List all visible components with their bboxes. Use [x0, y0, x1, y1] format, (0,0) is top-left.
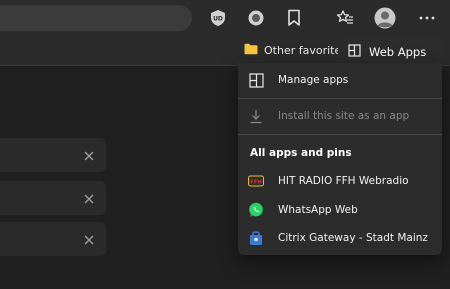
folder-icon — [244, 43, 258, 58]
extension-circle-icon[interactable] — [246, 8, 266, 28]
ffh-radio-icon: FFH — [248, 173, 264, 189]
manage-apps-item[interactable]: Manage apps — [238, 68, 442, 92]
other-favorites-folder[interactable]: Other favorites — [244, 42, 347, 58]
app-label: Citrix Gateway - Stadt Mainz — [278, 232, 428, 244]
svg-text:UD: UD — [213, 16, 223, 23]
menu-divider — [238, 134, 442, 135]
close-icon[interactable] — [82, 148, 96, 162]
web-apps-title: Web Apps — [369, 44, 427, 59]
extension-ud-icon[interactable]: UD — [208, 8, 228, 28]
install-site-item: Install this site as an app — [238, 104, 442, 128]
download-icon — [248, 108, 264, 124]
web-apps-button[interactable]: Web Apps — [338, 37, 442, 66]
profile-avatar-icon[interactable] — [374, 7, 396, 29]
apps-grid-icon — [248, 72, 264, 88]
app-label: WhatsApp Web — [278, 204, 358, 216]
citrix-icon — [248, 230, 264, 246]
apps-grid-icon — [348, 43, 361, 60]
app-label: HIT RADIO FFH Webradio — [278, 175, 409, 187]
web-apps-menu: Manage apps Install this site as an app … — [238, 63, 442, 255]
install-site-label: Install this site as an app — [278, 110, 410, 122]
address-bar[interactable] — [0, 5, 192, 31]
favorites-list-icon[interactable] — [335, 8, 355, 28]
other-favorites-label: Other favorites — [264, 43, 347, 57]
more-options-icon[interactable] — [417, 8, 437, 28]
browser-toolbar: UD — [0, 0, 450, 36]
close-icon[interactable] — [82, 232, 96, 246]
app-item-ffh[interactable]: FFH HIT RADIO FFH Webradio — [238, 169, 442, 193]
all-apps-section-title: All apps and pins — [250, 147, 352, 159]
svg-text:FFH: FFH — [250, 180, 263, 186]
list-item[interactable] — [0, 138, 106, 172]
close-icon[interactable] — [82, 191, 96, 205]
whatsapp-icon — [248, 202, 264, 218]
list-item[interactable] — [0, 181, 106, 215]
app-item-citrix[interactable]: Citrix Gateway - Stadt Mainz — [238, 226, 442, 250]
app-item-whatsapp[interactable]: WhatsApp Web — [238, 198, 442, 222]
list-item[interactable] — [0, 222, 106, 256]
manage-apps-label: Manage apps — [278, 74, 349, 86]
bookmark-icon[interactable] — [284, 8, 304, 28]
menu-divider — [238, 98, 442, 99]
